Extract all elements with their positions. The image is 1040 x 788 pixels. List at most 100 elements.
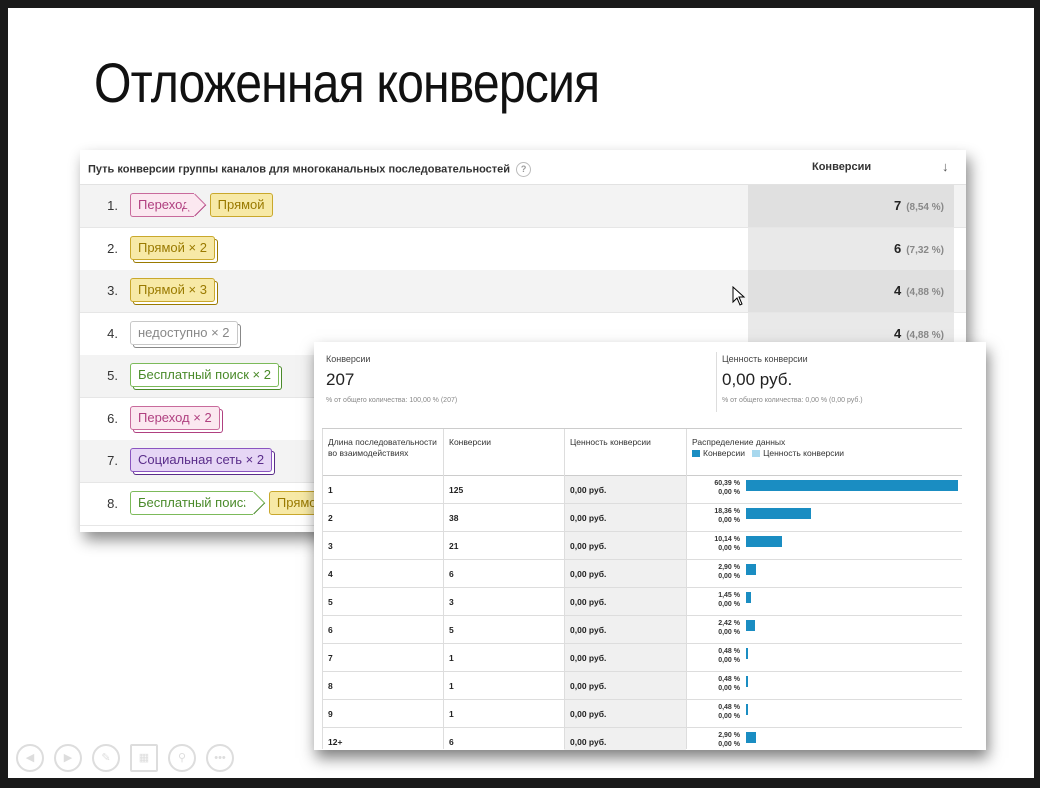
length-cell: 8 <box>328 681 333 691</box>
distribution-percent: 2,90 % 0,00 % <box>690 563 740 581</box>
channel-chip: Переход <box>130 193 194 217</box>
value-cell: 0,00 руб. <box>570 709 607 719</box>
table-row[interactable]: 4 6 0,00 руб. 2,90 % 0,00 % <box>322 560 962 588</box>
conversions-percent: (8,54 %) <box>906 202 944 213</box>
percent-value: 0,00 % <box>718 545 740 552</box>
prev-icon[interactable]: ◀ <box>16 744 44 772</box>
conversions-cell: 21 <box>449 541 459 551</box>
row-number: 1. <box>107 198 118 213</box>
pen-icon[interactable]: ✎ <box>92 744 120 772</box>
conversions-cell: 5 <box>449 625 454 635</box>
channel-chip: Бесплатный поиск <box>130 490 253 515</box>
percent-conversions: 2,90 % <box>718 732 740 739</box>
help-icon[interactable]: ? <box>516 162 532 177</box>
presentation-nav: ◀ ▶ ✎ ▦ ⚲ ••• <box>16 744 244 772</box>
conversions-column-header[interactable]: Конверсии <box>812 161 871 173</box>
row-number: 8. <box>107 495 118 511</box>
table-row[interactable]: 1 125 0,00 руб. 60,39 % 0,00 % <box>322 476 962 504</box>
channel-chip: Прямой <box>209 193 273 217</box>
path-chips: недоступно × 2 <box>130 320 246 347</box>
slides-icon[interactable]: ▦ <box>130 744 158 772</box>
distribution-percent: 60,39 % 0,00 % <box>690 479 740 497</box>
path-row[interactable]: 2. Прямой × 2 6 (7,32 %) <box>80 227 966 271</box>
channel-chip: Переход × 2 <box>130 405 220 430</box>
distribution-percent: 0,48 % 0,00 % <box>690 703 740 721</box>
length-cell: 2 <box>328 513 333 523</box>
table-row[interactable]: 8 1 0,00 руб. 0,48 % 0,00 % <box>322 672 962 700</box>
value-cell: 0,00 руб. <box>570 653 607 663</box>
conversions-cell: 6 (7,32 %) <box>748 227 954 270</box>
path-length-report: Конверсии 207 % от общего количества: 10… <box>314 342 986 750</box>
table-row[interactable]: 2 38 0,00 руб. 18,36 % 0,00 % <box>322 504 962 532</box>
value-cell: 0,00 руб. <box>570 541 607 551</box>
next-icon[interactable]: ▶ <box>54 744 82 772</box>
path-column-header: Путь конверсии группы каналов для многок… <box>88 162 532 177</box>
path-chips: Переход × 2 <box>130 405 228 432</box>
table-row[interactable]: 6 5 0,00 руб. 2,42 % 0,00 % <box>322 616 962 644</box>
length-cell: 1 <box>328 485 333 495</box>
distribution-label: Распределение данных <box>692 437 786 447</box>
length-cell: 3 <box>328 541 333 551</box>
legend-label: Ценность конверсии <box>763 448 845 458</box>
percent-conversions: 1,45 % <box>718 592 740 599</box>
distribution-bar <box>746 564 757 575</box>
channel-chip: Прямой × 3 <box>130 278 215 302</box>
table-header: Путь конверсии группы каналов для многок… <box>80 150 966 185</box>
summary-label: Конверсии <box>326 354 371 364</box>
table-row[interactable]: 7 1 0,00 руб. 0,48 % 0,00 % <box>322 644 962 672</box>
conversions-percent: (7,32 %) <box>906 244 944 256</box>
value-cell: 0,00 руб. <box>570 681 607 691</box>
distribution-bar <box>746 704 748 715</box>
conversions-cell: 1 <box>449 653 454 663</box>
path-column-label: Путь конверсии группы каналов для многок… <box>88 163 511 176</box>
conversions-column-header[interactable]: Конверсии <box>449 437 491 448</box>
distribution-bar <box>746 592 752 603</box>
distribution-percent: 0,48 % 0,00 % <box>690 647 740 665</box>
distribution-column-header: Распределение данных Конверсии Ценность … <box>692 437 844 459</box>
value-column-header[interactable]: Ценность конверсии <box>570 437 651 448</box>
percent-value: 0,00 % <box>718 713 740 720</box>
conversions-value: 4 <box>893 325 902 341</box>
more-icon[interactable]: ••• <box>206 744 234 772</box>
percent-conversions: 2,90 % <box>718 564 740 571</box>
percent-conversions: 10,14 % <box>714 536 740 543</box>
table-row[interactable]: 3 21 0,00 руб. 10,14 % 0,00 % <box>322 532 962 560</box>
length-cell: 4 <box>328 569 333 579</box>
value-cell: 0,00 руб. <box>570 569 607 579</box>
legend-swatch-value <box>752 450 761 458</box>
table-row[interactable]: 9 1 0,00 руб. 0,48 % 0,00 % <box>322 700 962 728</box>
percent-conversions: 60,39 % <box>714 480 740 487</box>
percent-conversions: 0,48 % <box>718 704 740 711</box>
conversions-cell: 6 <box>449 569 454 579</box>
row-number: 5. <box>107 368 118 383</box>
grid-line <box>686 429 687 749</box>
zoom-icon[interactable]: ⚲ <box>168 744 196 772</box>
distribution-percent: 2,42 % 0,00 % <box>690 619 740 637</box>
channel-chip: недоступно × 2 <box>130 320 238 345</box>
table-row[interactable]: 12+ 6 0,00 руб. 2,90 % 0,00 % <box>322 728 962 750</box>
conversions-value: 6 <box>893 240 902 256</box>
conversions-value: 7 <box>893 198 902 213</box>
path-chips: Социальная сеть × 2 <box>130 448 280 474</box>
conversions-cell: 1 <box>449 709 454 719</box>
conversions-cell: 38 <box>449 513 459 523</box>
percent-conversions: 18,36 % <box>714 508 740 515</box>
legend-swatch-conversions <box>692 450 700 458</box>
conversions-cell: 3 <box>449 597 454 607</box>
distribution-bar <box>746 536 782 547</box>
grid-line <box>322 429 323 749</box>
sort-desc-icon[interactable]: ↓ <box>942 159 949 174</box>
percent-value: 0,00 % <box>718 629 740 636</box>
slide-title: Отложенная конверсия <box>94 51 600 114</box>
path-row[interactable]: 1. Переход Прямой 7 (8,54 %) <box>80 185 966 228</box>
channel-chip: Социальная сеть × 2 <box>130 448 273 472</box>
length-column-header[interactable]: Длина последовательности во взаимодейств… <box>328 437 438 459</box>
table-row[interactable]: 5 3 0,00 руб. 1,45 % 0,00 % <box>322 588 962 616</box>
length-cell: 7 <box>328 653 333 663</box>
grid-line <box>564 429 565 749</box>
summary-label: Ценность конверсии <box>722 354 808 364</box>
path-row[interactable]: 3. Прямой × 3 4 (4,88 %) <box>80 270 966 313</box>
path-chips: Прямой × 3 <box>130 278 223 304</box>
table-header: Длина последовательности во взаимодейств… <box>322 429 962 476</box>
row-number: 3. <box>107 283 118 298</box>
